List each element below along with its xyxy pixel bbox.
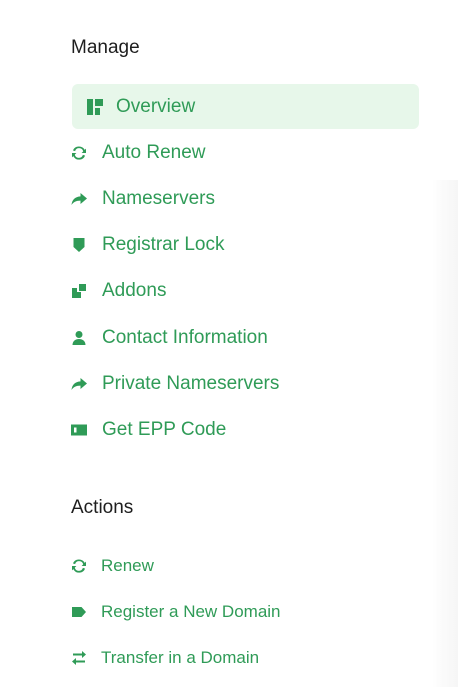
addons-icon (71, 283, 87, 299)
sidebar-item-label: Auto Renew (102, 142, 206, 163)
action-label: Transfer in a Domain (101, 648, 260, 667)
user-icon (71, 330, 87, 346)
sidebar-item-registrar-lock[interactable]: Registrar Lock (71, 223, 225, 267)
sidebar-item-contact-information[interactable]: Contact Information (71, 316, 268, 360)
shield-icon (71, 237, 87, 253)
sidebar-item-auto-renew[interactable]: Auto Renew (71, 131, 206, 175)
sidebar-item-private-nameservers[interactable]: Private Nameservers (71, 362, 279, 406)
sidebar-item-label: Overview (116, 95, 196, 117)
dashboard-icon (87, 98, 103, 115)
action-renew[interactable]: Renew (71, 549, 154, 583)
sidebar-item-label: Nameservers (102, 188, 215, 209)
sidebar-item-addons[interactable]: Addons (71, 269, 166, 313)
tag-icon (71, 604, 87, 620)
sidebar-item-label: Contact Information (102, 327, 268, 348)
share-arrow-icon (71, 376, 87, 392)
sidebar-item-label: Get EPP Code (102, 419, 227, 440)
action-transfer-domain[interactable]: Transfer in a Domain (71, 641, 259, 675)
sync-icon (71, 558, 87, 574)
actions-section-title: Actions (71, 497, 134, 518)
action-register-new-domain[interactable]: Register a New Domain (71, 595, 281, 629)
sidebar-item-label: Addons (102, 280, 167, 301)
sidebar-item-get-epp-code[interactable]: Get EPP Code (71, 408, 226, 452)
share-arrow-icon (71, 191, 87, 207)
sidebar-item-nameservers[interactable]: Nameservers (71, 177, 215, 221)
transfer-icon (71, 650, 87, 666)
action-label: Register a New Domain (101, 602, 281, 621)
sync-icon (71, 145, 87, 161)
sidebar-item-label: Private Nameservers (102, 373, 280, 394)
manage-nav: Overview Auto Renew Nameservers Registra… (0, 0, 458, 687)
sidebar-item-label: Registrar Lock (102, 234, 225, 255)
sidebar-item-overview[interactable]: Overview (72, 84, 419, 129)
action-label: Renew (101, 556, 154, 575)
code-card-icon (71, 422, 87, 438)
